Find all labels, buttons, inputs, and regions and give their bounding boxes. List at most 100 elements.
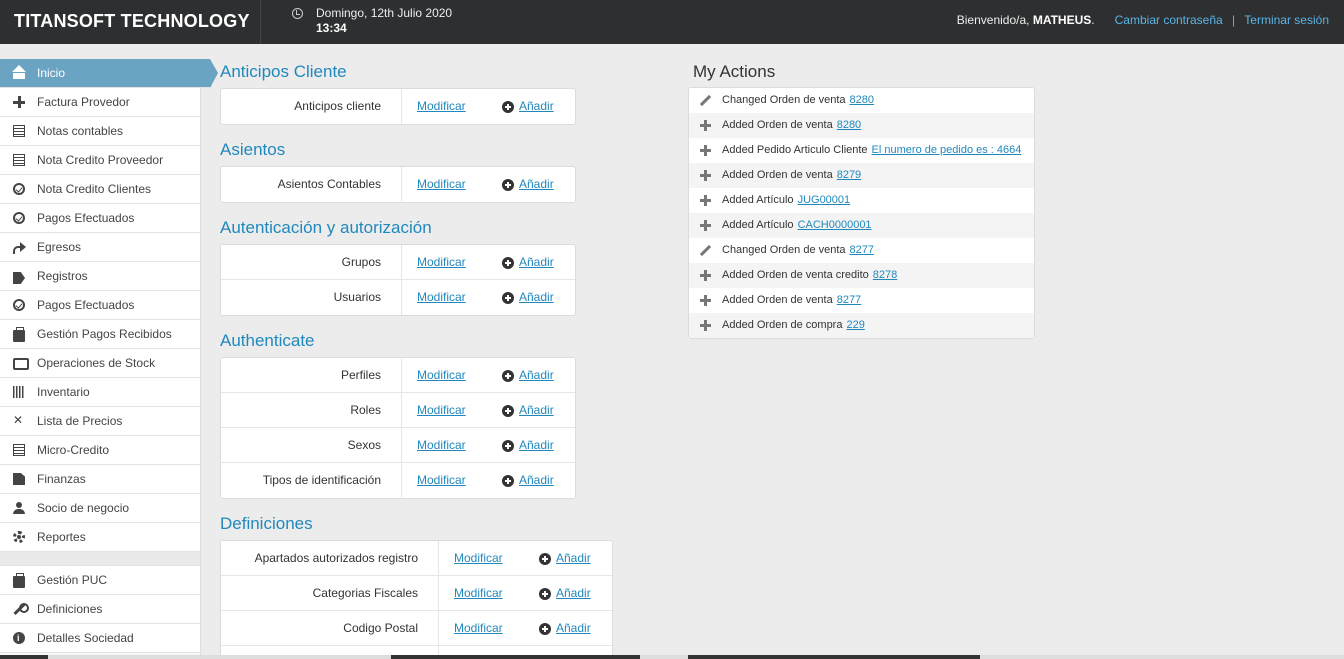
- sidebar-item-label: Lista de Precios: [37, 414, 123, 428]
- briefcase-icon: [13, 327, 25, 342]
- briefcase-icon: [13, 573, 25, 588]
- current-date: Domingo, 12th Julio 2020: [316, 6, 453, 20]
- model-name[interactable]: Usuarios: [221, 280, 402, 315]
- modify-link[interactable]: Modificar: [454, 541, 503, 576]
- module-table: Apartados autorizados registro Modificar…: [220, 540, 613, 659]
- model-name[interactable]: Perfiles: [221, 358, 402, 393]
- action-link[interactable]: 8279: [837, 169, 861, 181]
- action-link[interactable]: 8280: [837, 119, 861, 131]
- sidebar-item-operaciones-de-stock[interactable]: Operaciones de Stock: [0, 349, 200, 378]
- add-label: Añadir: [519, 403, 554, 417]
- modify-link[interactable]: Modificar: [454, 611, 503, 646]
- model-name[interactable]: Sexos: [221, 428, 402, 463]
- welcome-text: Bienvenido/a,: [956, 13, 1030, 27]
- sidebar-item-egresos[interactable]: Egresos: [0, 233, 200, 262]
- add-link[interactable]: Añadir: [502, 428, 554, 463]
- sidebar-item-pagos-efectuados[interactable]: Pagos Efectuados: [0, 204, 200, 233]
- module-title[interactable]: Definiciones: [220, 513, 613, 535]
- table-row: Asientos Contables Modificar Añadir: [221, 167, 575, 202]
- tags-icon: [13, 272, 25, 284]
- list-item: Added Orden de venta 8279: [689, 163, 1034, 188]
- modify-link[interactable]: Modificar: [417, 89, 466, 124]
- add-link[interactable]: Añadir: [502, 463, 554, 498]
- add-link[interactable]: Añadir: [502, 280, 554, 315]
- modify-link[interactable]: Modificar: [417, 167, 466, 202]
- sidebar-item-definiciones[interactable]: Definiciones: [0, 595, 200, 624]
- action-link[interactable]: 8280: [850, 94, 874, 106]
- action-link[interactable]: 8277: [837, 294, 861, 306]
- model-name[interactable]: Anticipos cliente: [221, 89, 402, 124]
- sidebar-item-factura-provedor[interactable]: Factura Provedor: [0, 88, 200, 117]
- model-name[interactable]: Categorias Fiscales: [221, 576, 439, 611]
- action-link[interactable]: CACH0000001: [798, 219, 872, 231]
- sidebar-item-label: Micro-Credito: [37, 443, 110, 457]
- add-link[interactable]: Añadir: [502, 393, 554, 428]
- action-link[interactable]: El numero de pedido es : 4664: [872, 144, 1022, 156]
- model-name[interactable]: Asientos Contables: [221, 167, 402, 202]
- modify-link[interactable]: Modificar: [417, 463, 466, 498]
- add-label: Añadir: [556, 551, 591, 565]
- modify-link[interactable]: Modificar: [417, 428, 466, 463]
- add-link[interactable]: Añadir: [502, 167, 554, 202]
- sidebar-item-inventario[interactable]: Inventario: [0, 378, 200, 407]
- taskbar-segment: [640, 655, 688, 659]
- list-item: Changed Orden de venta 8280: [689, 88, 1034, 113]
- logout-link[interactable]: Terminar sesión: [1244, 13, 1329, 27]
- module-title[interactable]: Autenticación y autorización: [220, 217, 576, 239]
- action-link[interactable]: 8277: [850, 244, 874, 256]
- sidebar-item-gestion-pagos-recibidos[interactable]: Gestión Pagos Recibidos: [0, 320, 200, 349]
- add-label: Añadir: [519, 99, 554, 113]
- plus-icon: [700, 195, 711, 206]
- sidebar-item-gestion-puc[interactable]: Gestión PUC: [0, 566, 200, 595]
- model-name[interactable]: Tipos de identificación: [221, 463, 402, 498]
- sidebar-item-inicio[interactable]: Inicio: [0, 59, 218, 88]
- pencil-icon: [700, 95, 711, 106]
- change-password-link[interactable]: Cambiar contraseña: [1115, 13, 1223, 27]
- model-name[interactable]: Codigo Postal: [221, 611, 439, 646]
- add-link[interactable]: Añadir: [539, 576, 591, 611]
- action-link[interactable]: 229: [846, 319, 864, 331]
- sidebar-item-socio-de-negocio[interactable]: Socio de negocio: [0, 494, 200, 523]
- sidebar-item-registros[interactable]: Registros: [0, 262, 200, 291]
- model-name[interactable]: Grupos: [221, 245, 402, 280]
- module-autenticacion: Autenticación y autorización Grupos Modi…: [220, 217, 576, 316]
- modify-link[interactable]: Modificar: [417, 280, 466, 315]
- action-link[interactable]: JUG00001: [798, 194, 851, 206]
- shuffle-icon: [13, 406, 25, 434]
- module-title[interactable]: Asientos: [220, 139, 576, 161]
- sidebar-item-lista-de-precios[interactable]: Lista de Precios: [0, 406, 200, 436]
- modify-link[interactable]: Modificar: [417, 245, 466, 280]
- sidebar-item-micro-credito[interactable]: Micro-Credito: [0, 436, 200, 465]
- module-title[interactable]: Anticipos Cliente: [220, 61, 576, 83]
- modify-link[interactable]: Modificar: [454, 576, 503, 611]
- module-title[interactable]: Authenticate: [220, 330, 576, 352]
- retweet-icon: [13, 357, 29, 370]
- sidebar-item-pagos-efectuados-2[interactable]: Pagos Efectuados: [0, 291, 200, 320]
- sidebar-item-notas-contables[interactable]: Notas contables: [0, 117, 200, 146]
- module-definiciones: Definiciones Apartados autorizados regis…: [220, 513, 613, 659]
- add-link[interactable]: Añadir: [539, 611, 591, 646]
- action-text: Added Orden de compra: [722, 319, 843, 331]
- model-name[interactable]: Roles: [221, 393, 402, 428]
- action-link[interactable]: 8278: [873, 269, 897, 281]
- sidebar-item-detalles-sociedad[interactable]: Detalles Sociedad: [0, 624, 200, 653]
- modify-link[interactable]: Modificar: [417, 358, 466, 393]
- add-link[interactable]: Añadir: [502, 358, 554, 393]
- sidebar-item-nota-credito-clientes[interactable]: Nota Credito Clientes: [0, 175, 200, 204]
- add-link[interactable]: Añadir: [502, 89, 554, 124]
- sidebar-item-finanzas[interactable]: Finanzas: [0, 465, 200, 494]
- actions-list: Changed Orden de venta 8280 Added Orden d…: [688, 87, 1035, 339]
- model-name[interactable]: Apartados autorizados registro: [221, 541, 439, 576]
- add-link[interactable]: Añadir: [502, 245, 554, 280]
- brand-logo[interactable]: TITANSOFT TECHNOLOGY: [0, 0, 261, 44]
- sidebar-item-nota-credito-proveedor[interactable]: Nota Credito Proveedor: [0, 146, 200, 175]
- list-item: Added Artículo JUG00001: [689, 188, 1034, 213]
- plus-circle-icon: [502, 475, 514, 487]
- add-label: Añadir: [519, 290, 554, 304]
- action-text: Added Artículo: [722, 219, 794, 231]
- action-text: Added Pedido Articulo Cliente: [722, 144, 868, 156]
- modify-link[interactable]: Modificar: [417, 393, 466, 428]
- sidebar-item-reportes[interactable]: Reportes: [0, 523, 200, 552]
- module-asientos: Asientos Asientos Contables Modificar Añ…: [220, 139, 576, 203]
- add-link[interactable]: Añadir: [539, 541, 591, 576]
